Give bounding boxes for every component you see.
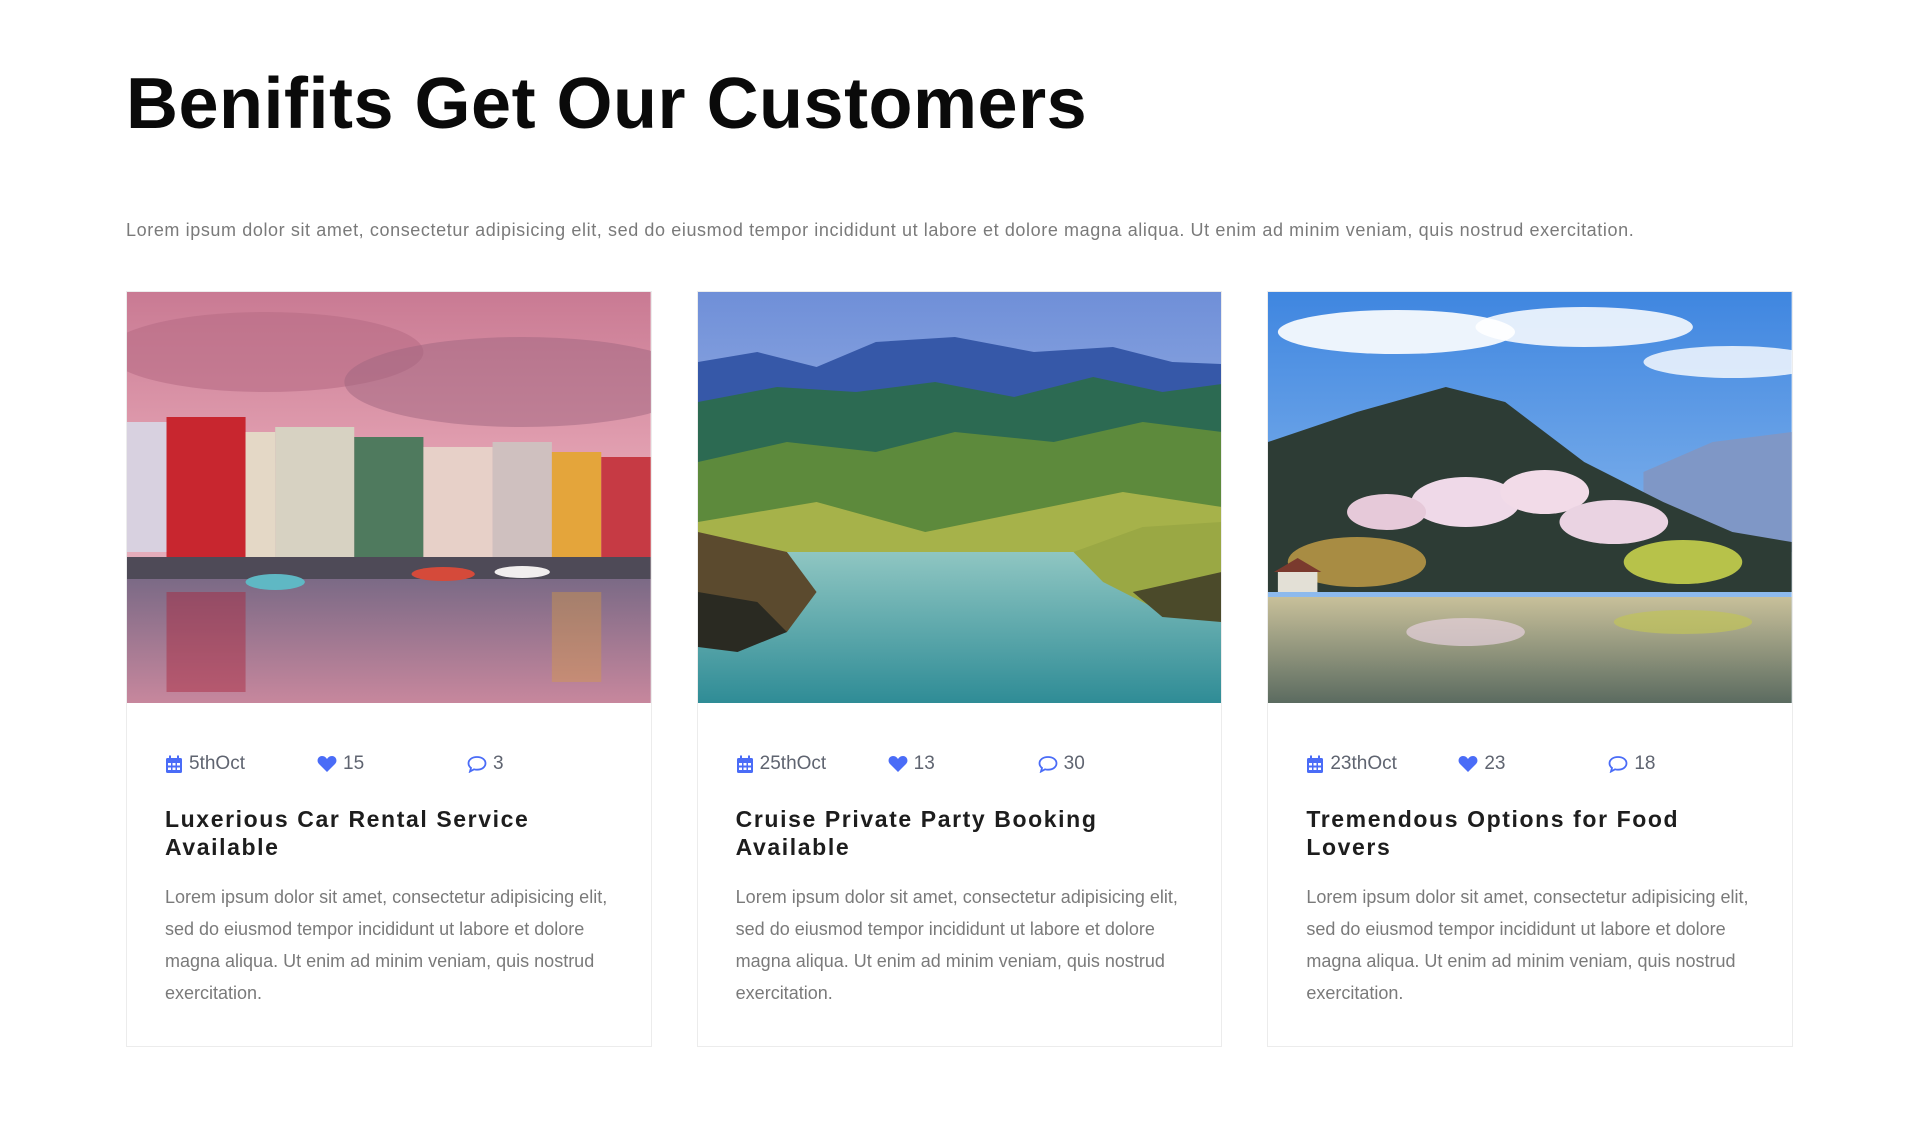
- calendar-icon: [166, 755, 182, 773]
- comment-icon[interactable]: [1038, 755, 1058, 773]
- meta-likes[interactable]: 15: [317, 753, 467, 775]
- blog-card[interactable]: 23thOct 23 18 Tremendous Options for Foo…: [1267, 291, 1794, 1047]
- date-text: 23thOct: [1330, 753, 1397, 774]
- calendar-icon: [736, 755, 753, 773]
- card-meta: 23thOct 23 18: [1306, 753, 1754, 775]
- card-title[interactable]: Cruise Private Party Booking Available: [736, 805, 1156, 861]
- card-image-harbor[interactable]: [127, 292, 651, 703]
- likes-count: 23: [1484, 753, 1506, 774]
- likes-count: 13: [913, 753, 935, 774]
- meta-date: 25thOct: [736, 753, 888, 775]
- comment-icon[interactable]: [467, 755, 487, 773]
- meta-comments[interactable]: 30: [1038, 753, 1085, 775]
- meta-comments[interactable]: 3: [467, 753, 504, 775]
- comments-count: 30: [1063, 753, 1085, 774]
- comment-icon[interactable]: [1608, 755, 1628, 773]
- section-intro: Lorem ipsum dolor sit amet, consectetur …: [126, 220, 1635, 240]
- card-list: 5thOct 15 3 Luxerious Car Rental Service…: [126, 291, 1794, 1047]
- card-body: 5thOct 15 3 Luxerious Car Rental Service…: [127, 703, 651, 1009]
- card-title[interactable]: Tremendous Options for Food Lovers: [1306, 805, 1726, 861]
- card-meta: 25thOct 13 30: [736, 753, 1184, 775]
- meta-comments[interactable]: 18: [1608, 753, 1655, 775]
- date-text: 25thOct: [759, 753, 827, 774]
- card-body: 25thOct 13 30 Cruise Private Party Booki…: [698, 703, 1222, 1009]
- heart-icon[interactable]: [1458, 755, 1478, 773]
- blog-card[interactable]: 25thOct 13 30 Cruise Private Party Booki…: [696, 291, 1223, 1047]
- calendar-icon: [1307, 755, 1324, 773]
- card-text: Lorem ipsum dolor sit amet, consectetur …: [1306, 887, 1749, 1003]
- card-text: Lorem ipsum dolor sit amet, consectetur …: [735, 887, 1178, 1003]
- comments-count: 18: [1634, 753, 1656, 774]
- card-title[interactable]: Luxerious Car Rental Service Available: [165, 805, 585, 861]
- blog-card[interactable]: 5thOct 15 3 Luxerious Car Rental Service…: [126, 291, 652, 1047]
- meta-date: 23thOct: [1306, 753, 1458, 775]
- comments-count: 3: [493, 753, 504, 774]
- heart-icon[interactable]: [317, 755, 337, 773]
- card-meta: 5thOct 15 3: [165, 753, 613, 775]
- benefits-section: Benifits Get Our Customers Lorem ipsum d…: [0, 0, 1919, 1147]
- date-text: 5thOct: [189, 753, 245, 774]
- likes-count: 15: [343, 753, 365, 774]
- meta-date: 5thOct: [165, 753, 317, 775]
- card-image-blossom-lake[interactable]: [1268, 292, 1793, 703]
- card-body: 23thOct 23 18 Tremendous Options for Foo…: [1268, 703, 1792, 1009]
- meta-likes[interactable]: 23: [1458, 753, 1608, 775]
- card-text: Lorem ipsum dolor sit amet, consectetur …: [165, 887, 608, 1003]
- section-title: Benifits Get Our Customers: [126, 64, 1088, 144]
- heart-icon[interactable]: [888, 755, 908, 773]
- meta-likes[interactable]: 13: [888, 753, 1038, 775]
- card-image-mountain-lake[interactable]: [697, 292, 1222, 703]
